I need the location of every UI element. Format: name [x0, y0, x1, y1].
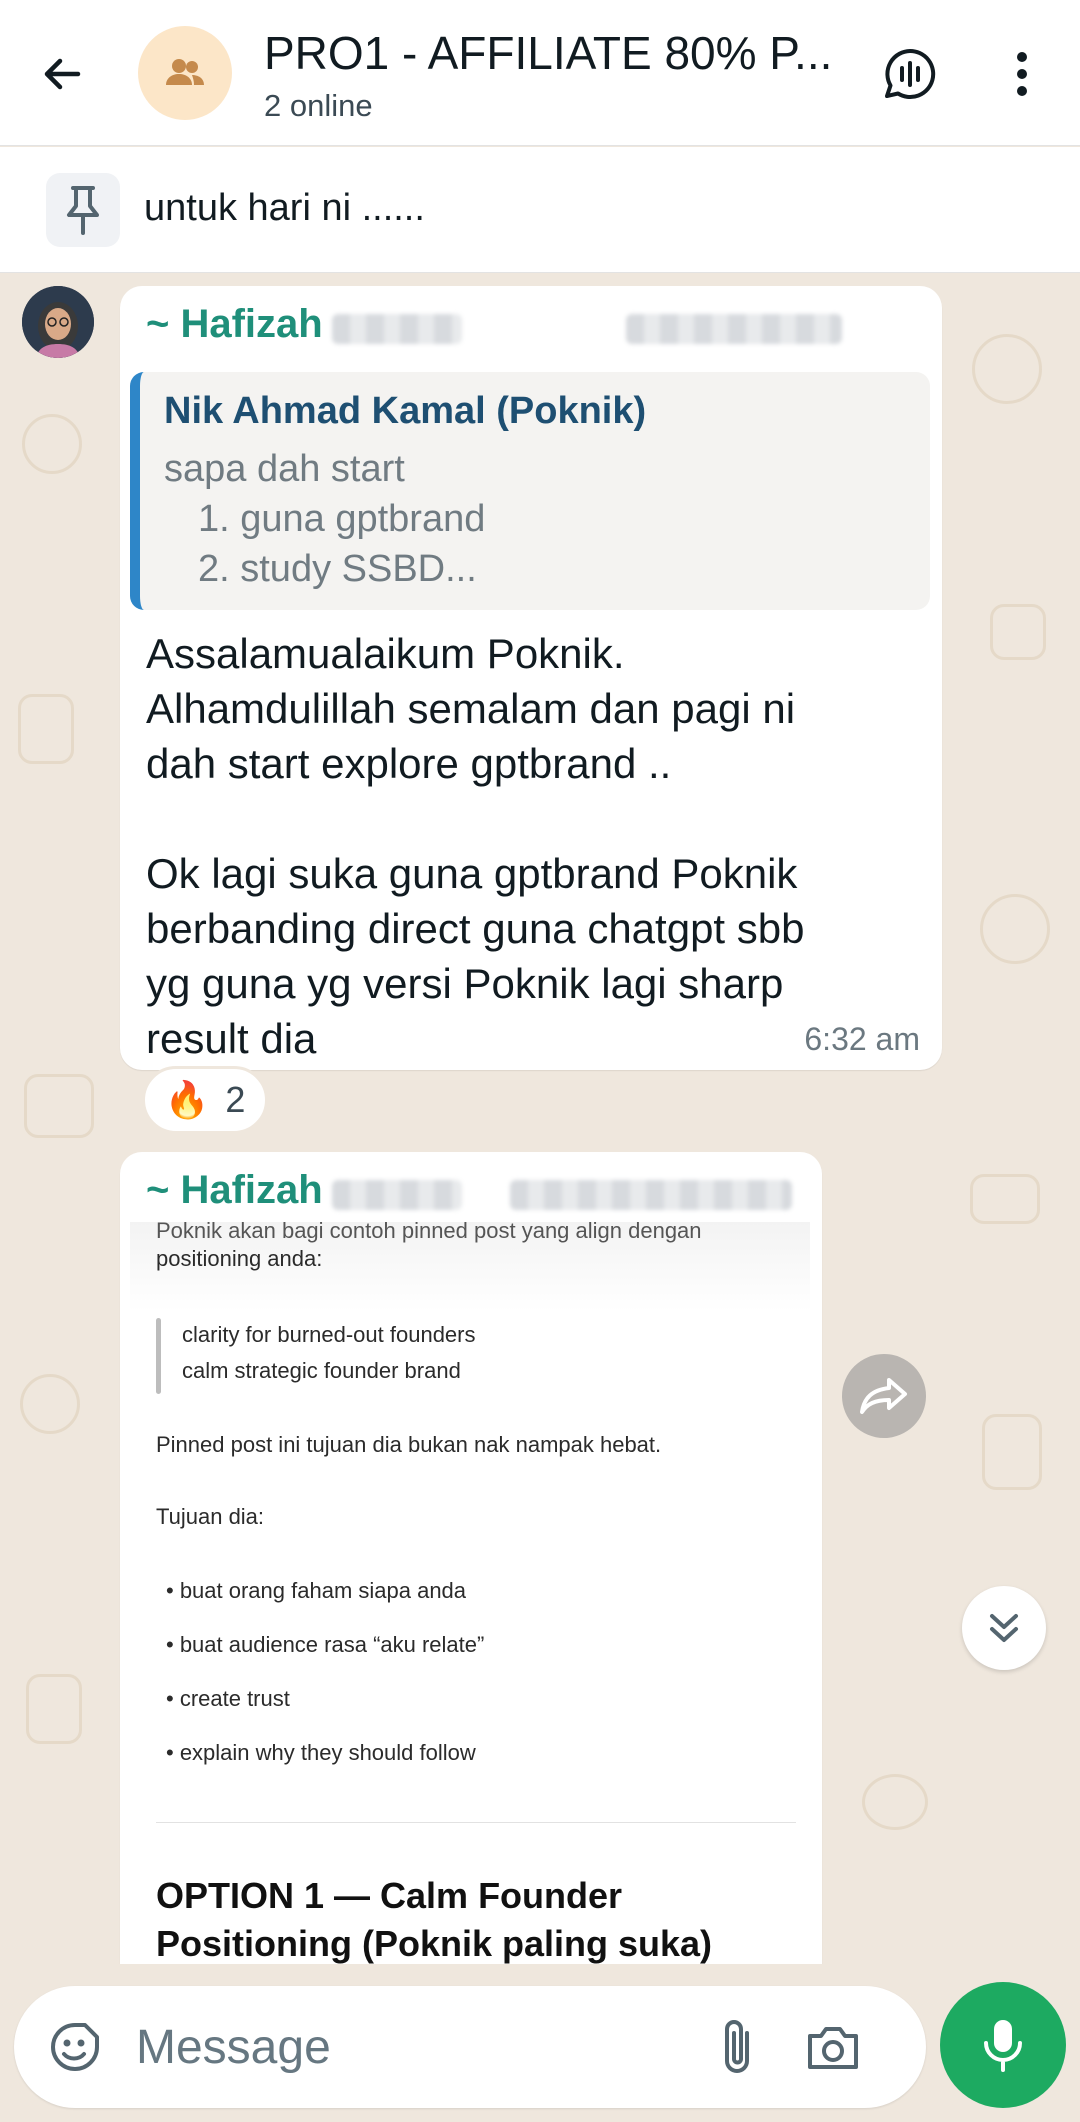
chat-title[interactable]: PRO1 - AFFILIATE 80% P... [264, 26, 854, 80]
wallpaper-doodle [26, 1674, 82, 1744]
chat-area[interactable]: ~ Hafizah Nik Ahmad Kamal (Poknik) sapa … [0, 274, 1080, 1964]
wallpaper-doodle [862, 1774, 928, 1830]
camera-icon[interactable] [798, 2014, 868, 2080]
pinned-message-bar[interactable]: untuk hari ni ...... [0, 147, 1080, 273]
message-composer [14, 1986, 926, 2108]
doc-divider [156, 1822, 796, 1823]
group-icon [166, 59, 204, 85]
group-avatar[interactable] [138, 26, 232, 120]
wallpaper-doodle [22, 414, 82, 474]
chat-subtitle: 2 online [264, 88, 373, 123]
wallpaper-doodle [990, 604, 1046, 660]
attach-icon[interactable] [704, 2014, 770, 2080]
scroll-down-button[interactable] [962, 1586, 1046, 1670]
sender-name[interactable]: ~ Hafizah [146, 302, 323, 347]
wallpaper-doodle [970, 1174, 1040, 1224]
doc-bullet: • buat orang faham siapa anda [166, 1578, 467, 1603]
doc-text: calm strategic founder brand [182, 1358, 461, 1383]
back-arrow-icon[interactable] [34, 46, 90, 102]
redacted-phone [510, 1180, 792, 1210]
sender-name[interactable]: ~ Hafizah [146, 1168, 323, 1213]
doc-quote-bar [156, 1318, 161, 1394]
redacted-phone [626, 314, 842, 344]
forward-icon [860, 1378, 907, 1414]
sender-avatar[interactable] [22, 286, 94, 358]
message-time: 6:32 am [804, 1021, 920, 1057]
reaction-badge[interactable]: 🔥 2 [142, 1066, 268, 1134]
doc-text: Poknik akan bagi contoh pinned post yang… [156, 1222, 702, 1243]
chat-header: PRO1 - AFFILIATE 80% P... 2 online [0, 0, 1080, 146]
message-paragraph: Assalamualaikum Poknik. Alhamdulillah se… [146, 630, 796, 787]
wallpaper-doodle [24, 1074, 94, 1138]
message-text: Assalamualaikum Poknik. Alhamdulillah se… [146, 626, 926, 1066]
forward-button[interactable] [842, 1354, 926, 1438]
doc-bullet: • create trust [166, 1686, 290, 1711]
mic-button[interactable] [940, 1982, 1066, 2108]
doc-text: Tujuan dia: [156, 1504, 265, 1529]
wallpaper-doodle [982, 1414, 1042, 1490]
doc-heading-line: OPTION 1 — Calm Founder [156, 1875, 623, 1916]
doc-heading-line: Positioning (Poknik paling suka) [156, 1923, 713, 1964]
doc-bullet: • explain why they should follow [166, 1740, 476, 1765]
doc-text: positioning anda: [156, 1246, 323, 1271]
mic-icon [984, 2020, 1022, 2072]
reaction-count: 2 [225, 1079, 246, 1120]
quoted-message[interactable]: Nik Ahmad Kamal (Poknik) sapa dah start … [130, 372, 930, 610]
message-input[interactable] [136, 2014, 696, 2080]
fire-emoji: 🔥 [164, 1079, 210, 1120]
quote-line: 2. study SSBD... [198, 548, 477, 590]
doc-bullet: • buat audience rasa “aku relate” [166, 1632, 485, 1657]
wallpaper-doodle [980, 894, 1050, 964]
wallpaper-doodle [20, 1374, 80, 1434]
pin-icon [46, 173, 120, 247]
voice-chat-icon[interactable] [880, 44, 940, 104]
doc-heading: OPTION 1 — Calm Founder Positioning (Pok… [156, 1872, 712, 1964]
message-bubble[interactable]: ~ Hafizah Nik Ahmad Kamal (Poknik) sapa … [120, 286, 942, 1070]
message-bubble[interactable]: ~ Hafizah Poknik akan bagi contoh pinned… [120, 1152, 822, 1964]
sticker-icon[interactable] [44, 2016, 106, 2078]
doc-text: Pinned post ini tujuan dia bukan nak nam… [156, 1432, 662, 1457]
image-attachment[interactable]: Poknik akan bagi contoh pinned post yang… [130, 1222, 810, 1964]
quote-line: sapa dah start [164, 448, 405, 490]
pinned-text: untuk hari ni ...... [144, 187, 425, 229]
quote-line: 1. guna gptbrand [198, 498, 486, 540]
redacted-name [332, 1180, 462, 1210]
quote-author: Nik Ahmad Kamal (Poknik) [164, 390, 647, 432]
wallpaper-doodle [972, 334, 1042, 404]
more-vert-icon[interactable] [1000, 44, 1044, 104]
redacted-name [332, 314, 462, 344]
wallpaper-doodle [18, 694, 74, 764]
scroll-down-icon [990, 1614, 1018, 1642]
doc-text: clarity for burned-out founders [182, 1322, 476, 1347]
